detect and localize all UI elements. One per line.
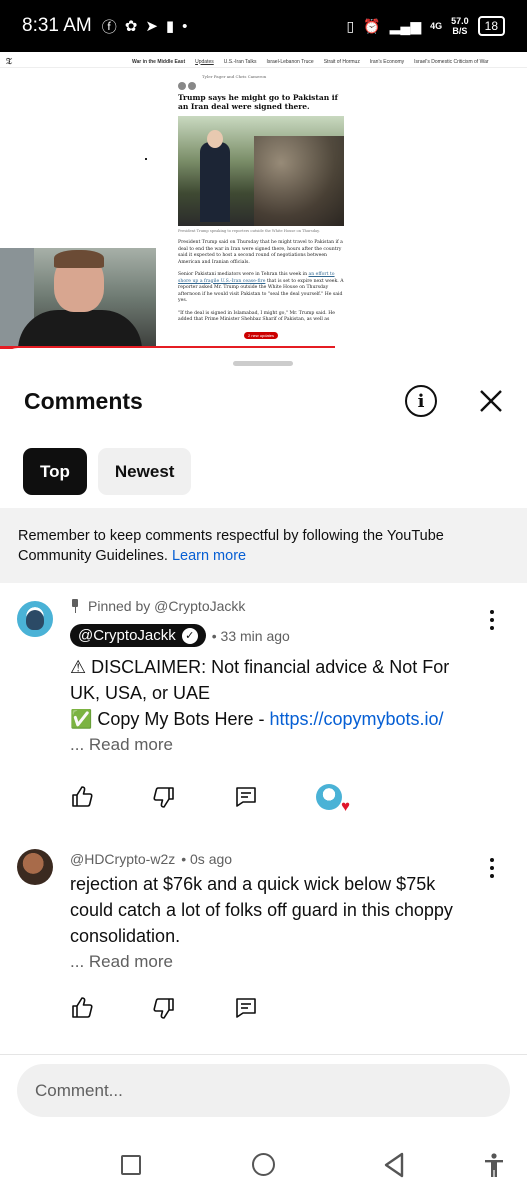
- comment-line: ✅ Copy My Bots Here - https://copymybots…: [70, 706, 477, 732]
- author-name[interactable]: @HDCrypto-w2z: [70, 851, 175, 867]
- chip-newest[interactable]: Newest: [97, 448, 192, 495]
- author-avatars: [178, 82, 196, 90]
- news-article: Tyler Pager and Chris Cameron Trump says…: [178, 74, 344, 324]
- notification-icons: ⓕ ✿ ➤ ▮ •: [102, 16, 188, 37]
- network-type: 4G: [430, 21, 443, 31]
- new-updates-badge: 2 new updates: [244, 332, 279, 339]
- telegram-icon: ➤: [145, 18, 158, 35]
- pin-icon: [70, 599, 80, 613]
- battery-indicator: 18: [477, 16, 505, 36]
- heart-icon: ♥: [341, 798, 350, 815]
- net-speed: 57.0 B/S: [451, 16, 469, 36]
- dislike-icon[interactable]: [152, 996, 176, 1020]
- streamer-webcam: [0, 248, 156, 348]
- comment-line: rejection at $76k and a quick wick below…: [70, 874, 453, 946]
- para-text: Senior Pakistani mediators were in Tehra…: [178, 272, 309, 277]
- article-headline: Trump says he might go to Pakistan if an…: [178, 93, 338, 111]
- facebook-icon: ⓕ: [101, 18, 117, 36]
- comments-title: Comments: [24, 388, 143, 414]
- video-player[interactable]: 𝔗 War in the Middle East Updates U.S.-Ir…: [0, 52, 527, 350]
- signal-icon: ▂▄▆: [389, 17, 422, 34]
- alarm-icon: ⏰: [363, 17, 381, 34]
- community-guidelines-notice: Remember to keep comments respectful by …: [0, 508, 527, 583]
- vibrate-icon: ▯: [346, 17, 355, 34]
- system-nav-bar: [0, 1128, 527, 1200]
- status-time: 8:31 AM: [22, 15, 92, 36]
- author-name: @CryptoJackk: [78, 627, 176, 644]
- verified-check-icon: ✓: [181, 627, 198, 644]
- sort-chips: Top Newest: [23, 448, 192, 495]
- dislike-icon[interactable]: [152, 785, 176, 809]
- comment-actions: ♥: [70, 784, 350, 815]
- like-icon[interactable]: [70, 785, 94, 809]
- more-options-icon[interactable]: [484, 608, 500, 632]
- back-icon[interactable]: [383, 1152, 405, 1178]
- net-speed-unit: B/S: [452, 26, 468, 36]
- article-paragraph: "If the deal is signed in Islamabad, I m…: [178, 310, 335, 323]
- net-speed-value: 57.0: [451, 16, 469, 26]
- article-photo: [178, 116, 344, 226]
- pinned-label: Pinned by @CryptoJackk: [70, 598, 477, 614]
- article-paragraph: President Trump said on Thursday that he…: [178, 240, 343, 265]
- drag-handle[interactable]: [233, 361, 293, 366]
- author-chip[interactable]: @CryptoJackk ✓: [70, 624, 206, 647]
- status-bar: 8:31 AM ⓕ ✿ ➤ ▮ • ▯ ⏰ ▂▄▆ 4G 57.0 B/S 18: [0, 0, 527, 52]
- nyt-nav-item: Updates: [195, 58, 214, 65]
- nyt-logo: 𝔗: [6, 56, 12, 67]
- nyt-nav-item: Iran's Economy: [369, 58, 405, 65]
- close-icon[interactable]: [474, 384, 508, 418]
- nyt-nav-item: Israel's Domestic Criticism of War: [414, 58, 489, 65]
- read-more-link[interactable]: ... Read more: [70, 949, 477, 975]
- comment-body: @HDCrypto-w2z • 0s ago rejection at $76k…: [70, 851, 477, 975]
- nyt-nav-item: U.S.-Iran Talks: [223, 58, 257, 65]
- avatar[interactable]: [17, 849, 53, 885]
- like-icon[interactable]: [70, 996, 94, 1020]
- more-notifications-icon: •: [182, 17, 188, 35]
- author-row: @CryptoJackk ✓ • 33 min ago: [70, 624, 477, 647]
- nyt-nav-bar: 𝔗 War in the Middle East Updates U.S.-Ir…: [0, 56, 527, 68]
- comment-input[interactable]: Comment...: [17, 1064, 510, 1117]
- info-icon[interactable]: i: [405, 385, 437, 417]
- file-icon: ▮: [165, 18, 175, 35]
- avatar[interactable]: [17, 601, 53, 637]
- comment-text: rejection at $76k and a quick wick below…: [70, 871, 477, 975]
- article-byline: Tyler Pager and Chris Cameron: [202, 74, 267, 79]
- reply-icon[interactable]: [234, 996, 258, 1020]
- creator-heart-badge: ♥: [316, 784, 350, 815]
- article-paragraph: Senior Pakistani mediators were in Tehra…: [178, 272, 344, 305]
- author-row: @HDCrypto-w2z • 0s ago: [70, 851, 477, 867]
- comment-text: ⚠ DISCLAIMER: Not financial advice & Not…: [70, 654, 477, 758]
- nyt-nav-item: Israel-Lebanon Truce: [266, 58, 314, 65]
- comment-actions: [70, 996, 316, 1020]
- chip-top[interactable]: Top: [23, 448, 87, 495]
- read-more-link[interactable]: ... Read more: [70, 732, 477, 758]
- comment-body: Pinned by @CryptoJackk @CryptoJackk ✓ • …: [70, 598, 477, 758]
- divider: [0, 1054, 527, 1055]
- comment-time: • 33 min ago: [211, 627, 290, 644]
- app-icon: ✿: [124, 18, 138, 35]
- cursor-dot: [145, 158, 147, 160]
- comment-link[interactable]: https://copymybots.io/: [269, 709, 443, 729]
- home-icon[interactable]: [252, 1153, 275, 1176]
- nyt-nav-item: Strait of Hormuz: [323, 58, 360, 65]
- reply-icon[interactable]: [234, 785, 258, 809]
- comment-time: • 0s ago: [181, 851, 233, 867]
- pinned-text: Pinned by @CryptoJackk: [88, 598, 246, 614]
- nyt-nav-item: War in the Middle East: [131, 58, 186, 65]
- status-right: ▯ ⏰ ▂▄▆ 4G 57.0 B/S 18: [346, 16, 505, 36]
- more-options-icon[interactable]: [484, 856, 500, 880]
- comments-sheet: Comments i Top Newest Remember to keep c…: [0, 348, 527, 1200]
- comment-input-placeholder: Comment...: [35, 1080, 123, 1100]
- comment-line: ⚠ DISCLAIMER: Not financial advice & Not…: [70, 657, 450, 703]
- comment-line-text: ✅ Copy My Bots Here -: [70, 709, 270, 729]
- photo-caption: President Trump speaking to reporters ou…: [178, 229, 320, 233]
- learn-more-link[interactable]: Learn more: [172, 548, 246, 564]
- accessibility-icon[interactable]: [482, 1152, 506, 1178]
- recents-icon[interactable]: [121, 1155, 141, 1175]
